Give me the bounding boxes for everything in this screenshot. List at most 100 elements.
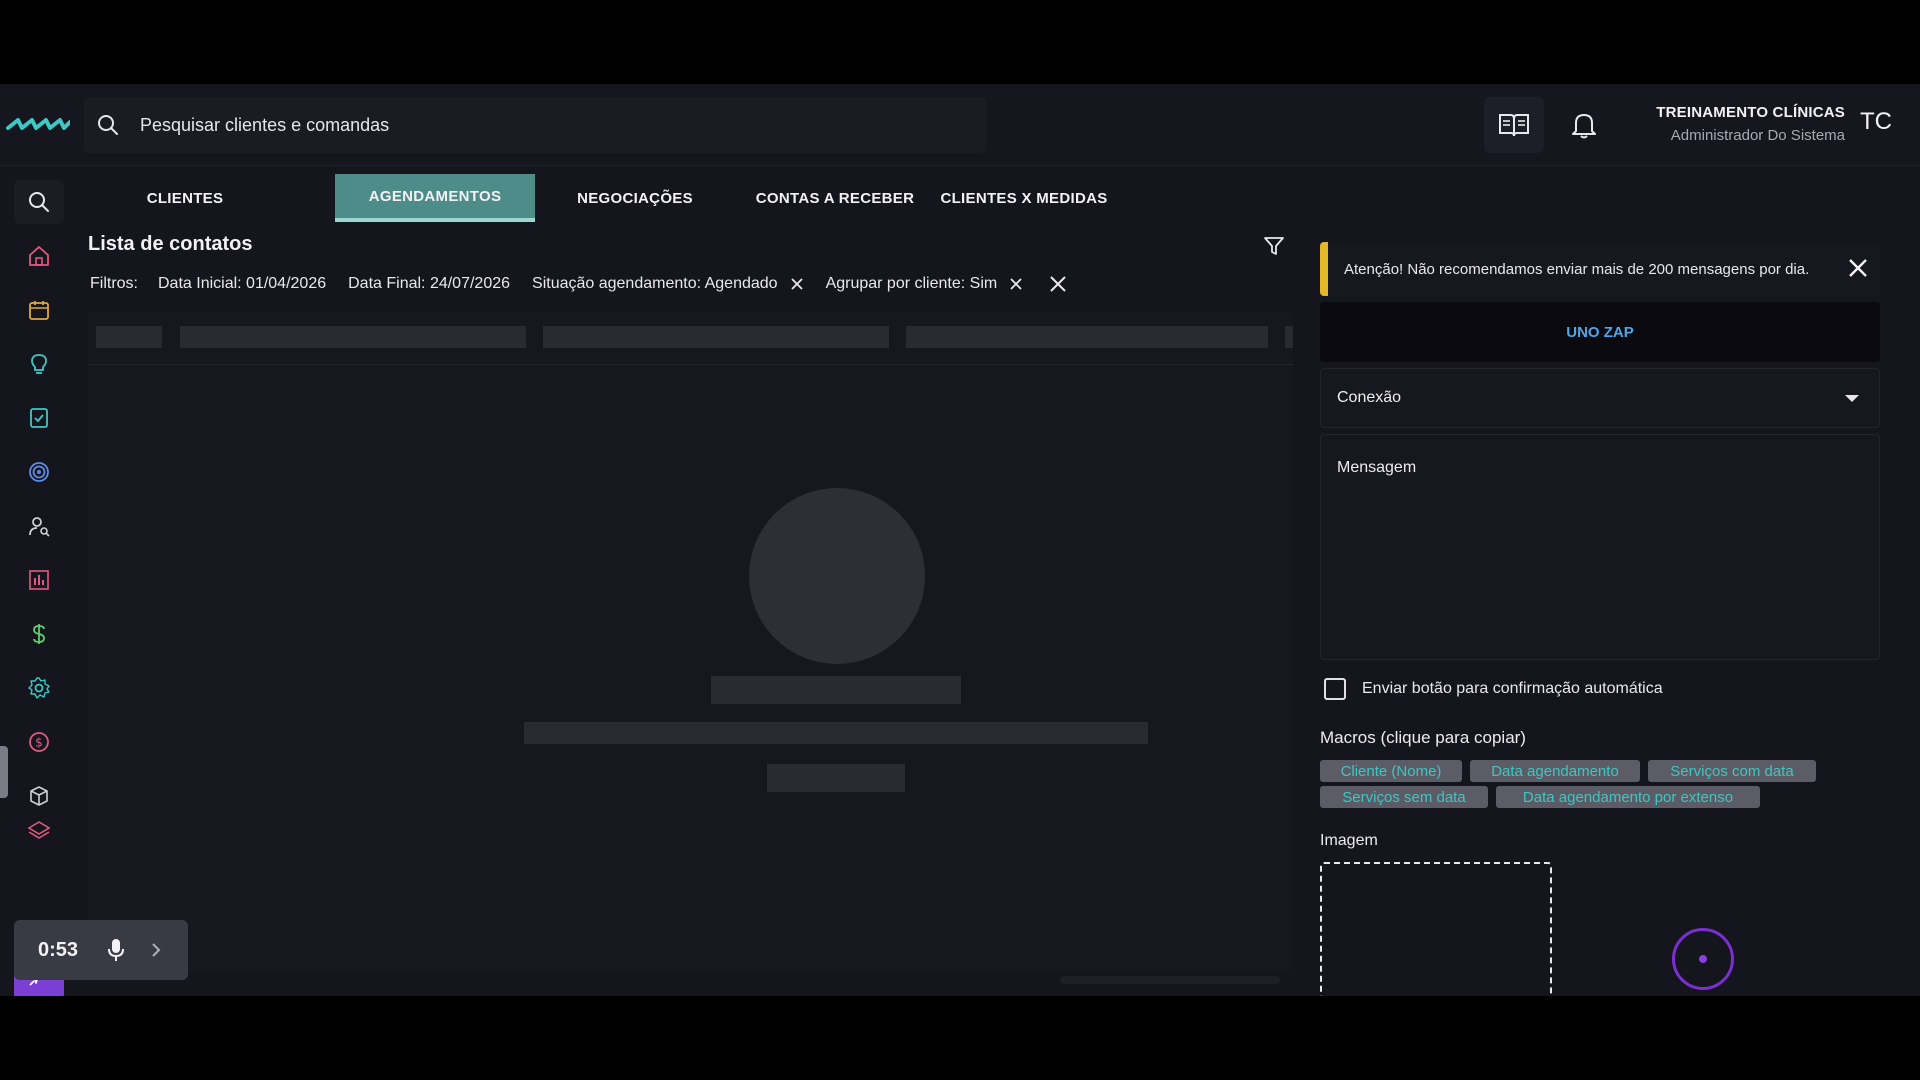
search-icon (29, 192, 49, 212)
sidebar-item-settings[interactable] (14, 666, 64, 710)
filter-chip-group: Agrupar por cliente: Sim (826, 275, 1024, 293)
chat-launcher-button[interactable] (1672, 928, 1734, 990)
filter-chip-end-date: Data Final: 24/07/2026 (348, 275, 510, 293)
alert-accent (1320, 242, 1328, 296)
skeleton-header-cell (906, 326, 1268, 348)
macro-chip[interactable]: Cliente (Nome) (1320, 760, 1462, 782)
close-icon[interactable] (790, 277, 804, 291)
tab-agendamentos[interactable]: AGENDAMENTOS (335, 174, 535, 222)
active-filters: Filtros: Data Inicial: 01/04/2026 Data F… (90, 272, 1067, 296)
lightbulb-icon (31, 354, 47, 374)
box-icon (30, 786, 48, 806)
home-icon (29, 246, 49, 266)
skeleton-header-cell (1285, 326, 1293, 348)
filter-chip-text: Agrupar por cliente: Sim (825, 275, 998, 292)
filter-chip-text: Data Final: 24/07/2026 (348, 275, 511, 292)
target-icon (29, 462, 49, 482)
sidebar-item-finance[interactable] (14, 612, 64, 656)
sidebar: $ (0, 166, 78, 996)
auto-confirm-row[interactable]: Enviar botão para confirmação automática (1324, 678, 1663, 700)
connection-select[interactable]: Conexão (1320, 368, 1880, 428)
dollar-icon (33, 624, 45, 644)
sidebar-item-goals[interactable] (14, 450, 64, 494)
horizontal-scrollbar[interactable] (1060, 976, 1280, 984)
sidebar-item-home[interactable] (14, 234, 64, 278)
auto-confirm-label: Enviar botão para confirmação automática (1362, 680, 1663, 697)
filter-chip-start-date: Data Inicial: 01/04/2026 (158, 275, 326, 293)
brand-logo-icon[interactable] (6, 114, 70, 134)
bar-chart-icon (29, 570, 49, 590)
filter-chip-text: Data Inicial: 01/04/2026 (158, 275, 327, 292)
chat-dot-icon (1699, 955, 1707, 963)
calendar-icon (29, 301, 49, 320)
bell-icon (1572, 114, 1596, 139)
filters-label: Filtros: (90, 275, 138, 292)
recording-time: 0:53 (38, 938, 79, 961)
screen-recorder-widget: 0:53 (14, 920, 188, 980)
svg-text:$: $ (35, 736, 43, 750)
sidebar-item-search[interactable] (14, 180, 64, 224)
sidebar-item-reports[interactable] (14, 558, 64, 602)
limit-warning-alert: Atenção! Não recomendamos enviar mais de… (1320, 242, 1880, 296)
manual-button[interactable] (1484, 97, 1544, 153)
skeleton-header-cell (543, 326, 889, 348)
macro-chip[interactable]: Data agendamento (1470, 760, 1640, 782)
filter-chip-text: Situação agendamento: Agendado (532, 275, 778, 292)
clear-filters-icon[interactable] (1049, 275, 1067, 293)
image-dropzone[interactable] (1320, 862, 1552, 996)
sidebar-item-calendar[interactable] (14, 288, 64, 332)
book-icon (1499, 114, 1529, 137)
skeleton-line (524, 722, 1148, 744)
contacts-table-loading (88, 312, 1293, 972)
close-icon[interactable] (1009, 277, 1023, 291)
tab-clientes[interactable]: CLIENTES (86, 174, 284, 222)
auto-confirm-checkbox[interactable] (1324, 678, 1346, 700)
close-icon[interactable] (1846, 256, 1870, 280)
macro-chip[interactable]: Serviços sem data (1320, 786, 1488, 808)
user-search-icon (29, 517, 50, 537)
image-label: Imagem (1320, 832, 1378, 849)
sidebar-item-billing[interactable]: $ (14, 720, 64, 764)
connection-select-value: Conexão (1337, 389, 1402, 406)
sidebar-item-clients[interactable] (14, 504, 64, 548)
chevron-right-icon[interactable] (150, 941, 162, 959)
skeleton-avatar (749, 488, 925, 664)
search-icon (98, 115, 118, 135)
uno-zap-button[interactable]: UNO ZAP (1320, 302, 1880, 362)
tab-clientes-x-medidas[interactable]: CLIENTES X MEDIDAS (935, 174, 1113, 222)
user-name: TREINAMENTO CLÍNICAS (1656, 104, 1845, 121)
coin-icon: $ (29, 732, 49, 752)
microphone-icon[interactable] (106, 937, 126, 963)
skeleton-line (767, 764, 905, 792)
message-textarea[interactable]: Mensagem (1320, 434, 1880, 660)
sidebar-item-ideas[interactable] (14, 342, 64, 386)
user-role: Administrador Do Sistema (1670, 127, 1845, 144)
list-title: Lista de contatos (88, 233, 253, 255)
sidebar-item-tasks[interactable] (14, 396, 64, 440)
gear-icon (28, 677, 50, 699)
alert-text: Atenção! Não recomendamos enviar mais de… (1344, 260, 1810, 278)
macro-chip[interactable]: Data agendamento por extenso (1496, 786, 1760, 808)
sidebar-item-layers[interactable] (14, 816, 64, 840)
macros-title: Macros (clique para copiar) (1320, 728, 1526, 747)
message-label: Mensagem (1337, 459, 1417, 476)
skeleton-line (711, 676, 961, 704)
app-window: Pesquisar clientes e comandas TREINAMENT… (0, 84, 1920, 996)
tab-negociacoes[interactable]: NEGOCIAÇÕES (535, 174, 735, 222)
global-search-input[interactable]: Pesquisar clientes e comandas (84, 97, 986, 153)
notifications-button[interactable] (1554, 97, 1614, 153)
sidebar-item-inventory[interactable] (14, 774, 64, 818)
sidebar-active-indicator (0, 746, 8, 798)
filter-icon[interactable] (1262, 234, 1286, 258)
macro-chip[interactable]: Serviços com data (1648, 760, 1816, 782)
caret-down-icon (1845, 395, 1859, 402)
tab-contas-a-receber[interactable]: CONTAS A RECEBER (735, 174, 935, 222)
skeleton-header-cell (96, 326, 162, 348)
user-info[interactable]: TREINAMENTO CLÍNICAS Administrador Do Si… (1656, 104, 1845, 144)
filter-chip-status: Situação agendamento: Agendado (532, 275, 804, 293)
avatar[interactable]: TC (1860, 108, 1892, 136)
top-bar: Pesquisar clientes e comandas TREINAMENT… (0, 84, 1920, 166)
search-placeholder: Pesquisar clientes e comandas (140, 114, 390, 135)
checklist-icon (30, 408, 48, 428)
table-divider (88, 364, 1293, 365)
